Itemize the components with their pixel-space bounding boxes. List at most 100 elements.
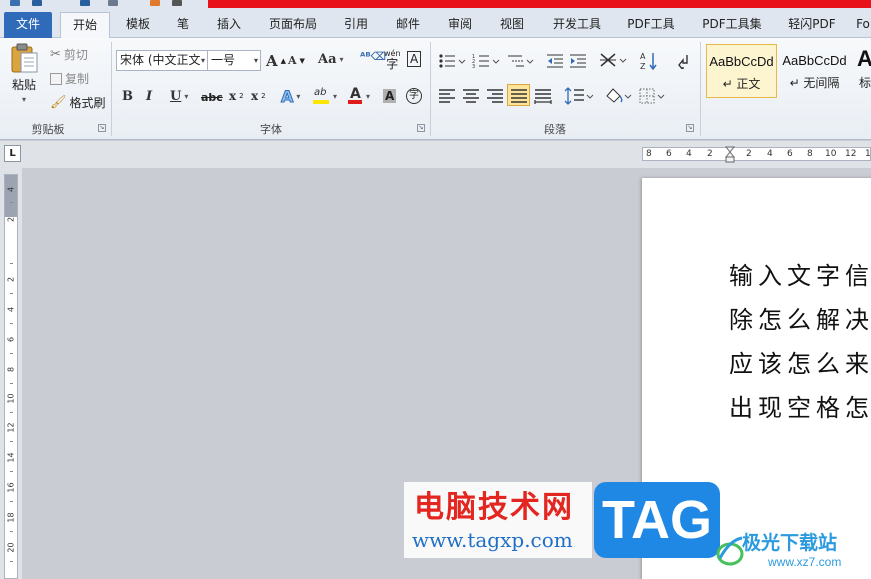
- superscript-button[interactable]: x2: [251, 89, 266, 103]
- ruler-number: 14: [6, 452, 16, 463]
- document-line[interactable]: 出现空格怎么: [729, 388, 871, 423]
- grow-font-icon: A: [266, 52, 278, 70]
- shading-icon[interactable]: [604, 87, 632, 105]
- vertical-ruler-bar: 4 2 2 4 6 8 10 12 14 16 18 20: [0, 168, 22, 579]
- horizontal-ruler[interactable]: 8 6 4 2 2 4 6 8 10 12 14: [642, 146, 871, 164]
- underline-button[interactable]: U ▾: [170, 89, 188, 104]
- tab-review[interactable]: 审阅: [440, 12, 480, 38]
- document-line[interactable]: 输入文字信息: [729, 256, 871, 291]
- cut-button[interactable]: ✂ 剪切: [50, 46, 88, 63]
- highlight-button[interactable]: ab ▾: [312, 87, 337, 105]
- ruler-tick: [10, 353, 13, 354]
- align-left-icon[interactable]: [438, 88, 456, 104]
- paste-dropdown-icon[interactable]: ▾: [22, 95, 26, 104]
- style-normal[interactable]: AaBbCcDd ↵ 正文: [706, 44, 777, 98]
- char-shading-button[interactable]: A: [383, 89, 397, 103]
- tab-mailings[interactable]: 邮件: [388, 12, 428, 38]
- tab-format[interactable]: Fo: [852, 12, 871, 38]
- style-no-spacing-sample: AaBbCcDd: [782, 53, 847, 68]
- italic-icon: I: [146, 89, 153, 104]
- phonetic-guide-button[interactable]: wén 字: [384, 50, 401, 71]
- text-effects-dropdown-icon[interactable]: ▾: [296, 92, 300, 101]
- paragraph-launcher-icon[interactable]: ↘: [686, 124, 694, 132]
- tab-insert[interactable]: 插入: [207, 12, 251, 38]
- tab-developer[interactable]: 开发工具: [546, 12, 608, 38]
- quick-access-print-icon[interactable]: [108, 0, 118, 6]
- borders-icon[interactable]: [639, 87, 667, 105]
- multilevel-list-icon[interactable]: [506, 53, 534, 69]
- increase-indent-icon[interactable]: [569, 53, 587, 69]
- grow-font-button[interactable]: A ▲: [266, 52, 286, 70]
- font-size-dropdown-icon[interactable]: ▾: [254, 51, 258, 70]
- font-name-dropdown-icon[interactable]: ▾: [201, 51, 205, 70]
- quick-access-more-icon[interactable]: [172, 0, 182, 6]
- font-color-button[interactable]: A ▾: [347, 86, 370, 105]
- change-case-button[interactable]: Aa ▾: [318, 52, 344, 67]
- clear-format-button[interactable]: ᴬᴮ⌫: [360, 50, 386, 63]
- font-launcher-icon[interactable]: ↘: [417, 124, 425, 132]
- quick-access-redo-icon[interactable]: [80, 0, 90, 6]
- style-no-spacing[interactable]: AaBbCcDd ↵ 无间隔: [779, 44, 850, 98]
- document-line[interactable]: 应该怎么来操: [729, 344, 871, 379]
- tab-view[interactable]: 视图: [492, 12, 532, 38]
- watermark-download-name: 极光下载站: [742, 532, 838, 554]
- italic-button[interactable]: I: [146, 89, 152, 104]
- tab-home[interactable]: 开始: [60, 12, 110, 39]
- tab-pdf-tools[interactable]: PDF工具: [622, 12, 680, 38]
- subscript-button[interactable]: x2: [229, 89, 244, 103]
- ruler-tick: [10, 441, 13, 442]
- char-border-button[interactable]: A: [407, 51, 422, 67]
- sort-icon[interactable]: AZ: [639, 51, 659, 71]
- vertical-ruler[interactable]: 4 2 2 4 6 8 10 12 14 16 18 20: [4, 174, 18, 579]
- decrease-indent-icon[interactable]: [546, 53, 564, 69]
- font-name-combo[interactable]: 宋体 (中文正文 ▾: [116, 50, 208, 71]
- copy-button[interactable]: 复制: [50, 70, 89, 87]
- line-spacing-icon[interactable]: [564, 87, 594, 105]
- font-color-dropdown-icon[interactable]: ▾: [366, 92, 370, 101]
- tab-references[interactable]: 引用: [336, 12, 376, 38]
- show-marks-icon[interactable]: [675, 53, 691, 69]
- tab-pdf-toolset[interactable]: PDF工具集: [696, 12, 768, 38]
- quick-access-save-icon[interactable]: [10, 0, 20, 6]
- paste-button[interactable]: 粘贴 ▾: [6, 42, 42, 104]
- document-line[interactable]: 除怎么解决，: [729, 300, 871, 335]
- numbering-icon[interactable]: 1 2 3: [472, 53, 500, 69]
- copy-icon: [50, 72, 62, 85]
- clipboard-launcher-icon[interactable]: ↘: [98, 124, 106, 132]
- tab-templates[interactable]: 模板: [118, 12, 158, 38]
- tab-selector-icon[interactable]: L: [4, 145, 21, 162]
- ruler-number: 16: [6, 482, 16, 493]
- text-effects-button[interactable]: A ▾: [280, 87, 300, 107]
- change-case-dropdown-icon[interactable]: ▾: [340, 55, 344, 64]
- tab-pen[interactable]: 笔: [168, 12, 198, 38]
- strikethrough-button[interactable]: abc: [201, 91, 223, 104]
- highlight-dropdown-icon[interactable]: ▾: [333, 92, 337, 101]
- bullets-icon[interactable]: [438, 53, 466, 69]
- ruler-number: 2: [6, 216, 16, 223]
- strikethrough-icon: abc: [201, 91, 223, 104]
- watermark-site-name: 电脑技术网: [414, 490, 574, 525]
- watermark-tag-logo: TAG: [594, 482, 720, 558]
- tab-qingshan-pdf[interactable]: 轻闪PDF: [782, 12, 842, 38]
- quick-access-pdf-icon[interactable]: [150, 0, 160, 6]
- ruler-tick: [10, 323, 13, 324]
- tab-file[interactable]: 文件: [4, 12, 52, 38]
- align-center-icon[interactable]: [462, 88, 480, 104]
- shrink-font-button[interactable]: A ▼: [288, 54, 305, 67]
- ruler-number: 4: [686, 149, 692, 159]
- justify-button[interactable]: [507, 84, 530, 106]
- enclose-char-button[interactable]: 字: [406, 88, 422, 104]
- align-right-icon[interactable]: [486, 88, 504, 104]
- style-heading[interactable]: A 标: [853, 44, 871, 98]
- chinese-layout-icon[interactable]: [599, 51, 627, 69]
- bold-button[interactable]: B: [122, 89, 133, 104]
- distributed-icon[interactable]: [534, 88, 552, 104]
- font-size-combo[interactable]: 一号 ▾: [207, 50, 261, 71]
- style-heading-name: 标: [858, 76, 871, 90]
- format-painter-label: 格式刷: [69, 96, 106, 110]
- quick-access-undo-icon[interactable]: [32, 0, 42, 6]
- underline-dropdown-icon[interactable]: ▾: [184, 92, 188, 101]
- tab-page-layout[interactable]: 页面布局: [262, 12, 324, 38]
- indent-marker-icon[interactable]: [725, 146, 735, 164]
- format-painter-button[interactable]: 🖌 格式刷: [50, 94, 106, 111]
